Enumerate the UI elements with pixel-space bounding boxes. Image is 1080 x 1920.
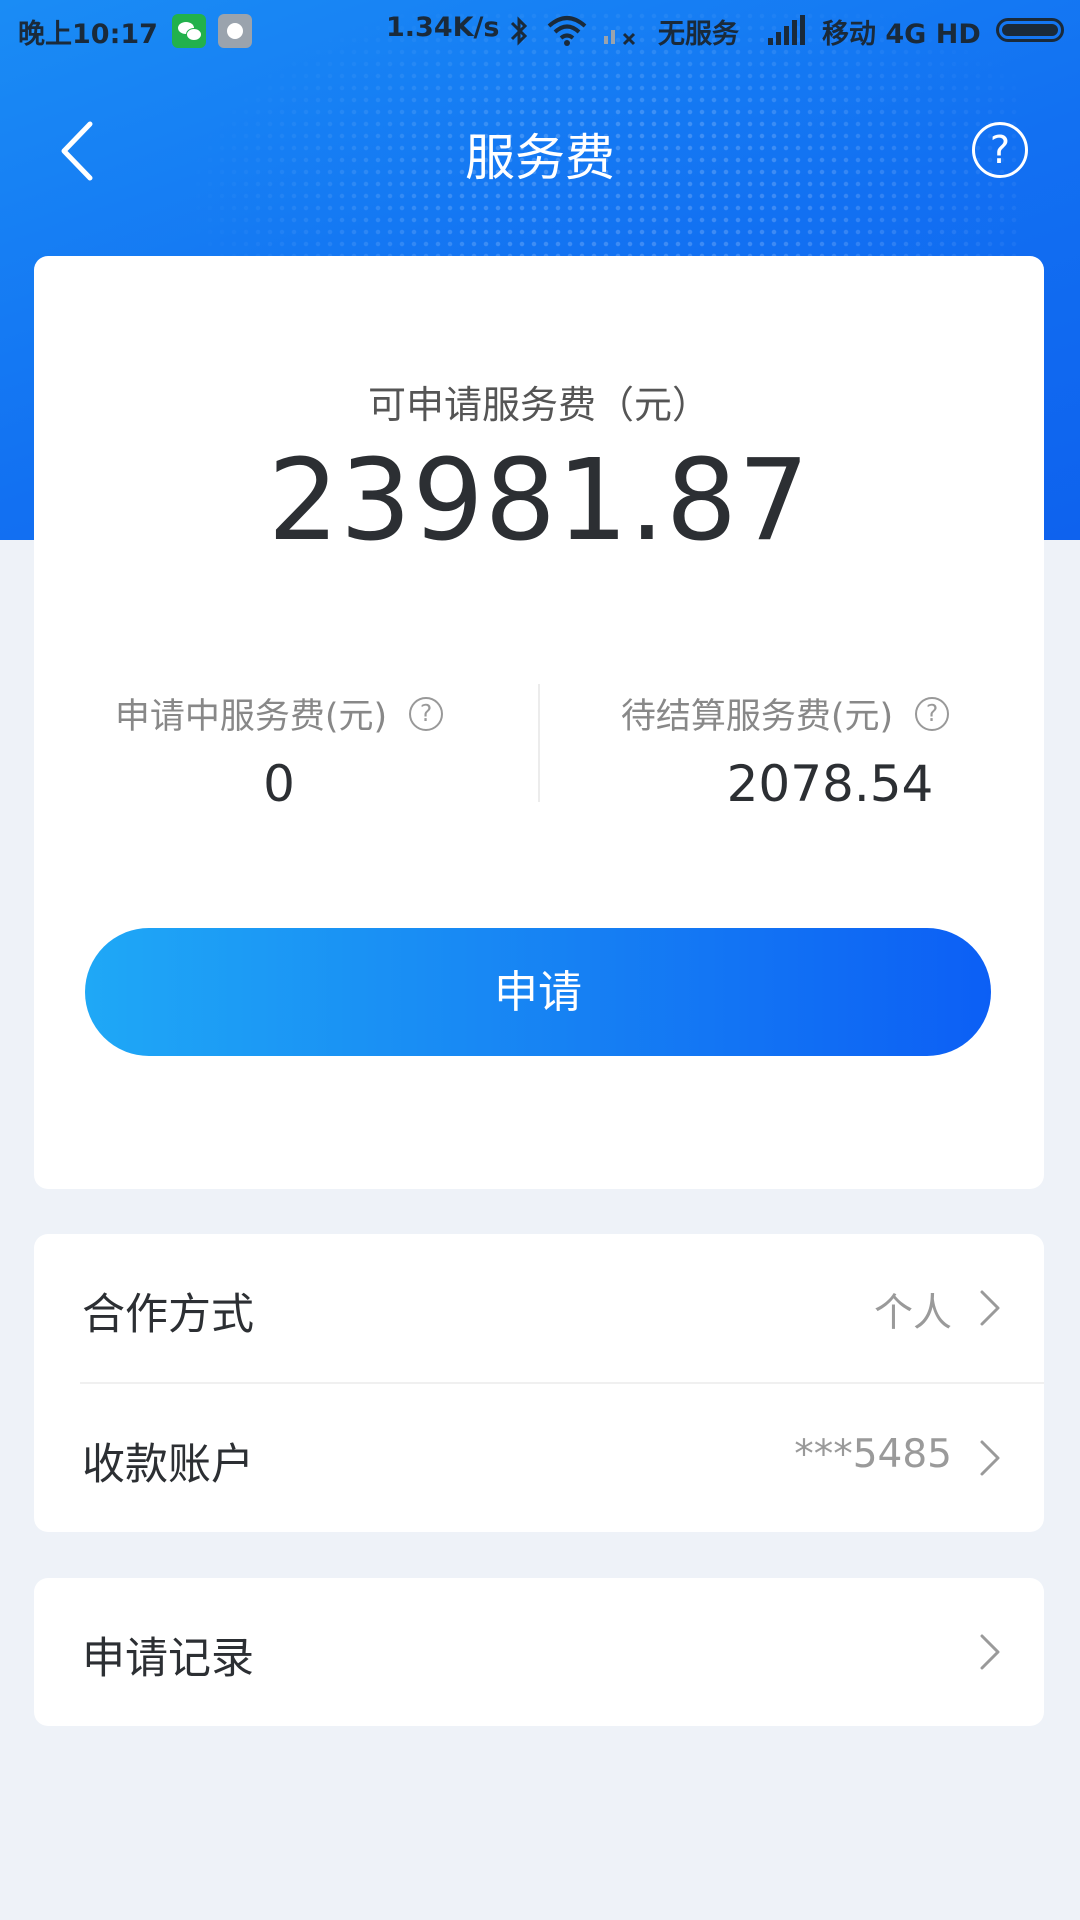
pending-fee-block: 申请中服务费(元)? 0 xyxy=(44,688,514,813)
no-service-text: 无服务 xyxy=(658,19,739,50)
settling-fee-block: 待结算服务费(元)? 2078.54 xyxy=(550,688,1020,813)
account-value: ***5485 xyxy=(794,1432,952,1477)
cooperation-value: 个人 xyxy=(873,1291,952,1336)
records-card: 申请记录 xyxy=(34,1578,1044,1726)
help-icon[interactable]: ? xyxy=(972,122,1028,178)
settling-fee-label: 待结算服务费(元) xyxy=(620,697,894,737)
chevron-right-icon xyxy=(980,1440,1000,1476)
back-arrow-icon[interactable] xyxy=(52,116,112,186)
settling-fee-value: 2078.54 xyxy=(726,755,934,813)
summary-card: 可申请服务费（元） 23981.87 申请中服务费(元)? 0 待结算服务费(元… xyxy=(34,256,1044,1189)
status-bar: 晚上10:17 1.34K/s 无服务 移动 4G HD xyxy=(0,0,1080,60)
chevron-right-icon xyxy=(980,1634,1000,1670)
chevron-right-icon xyxy=(980,1290,1000,1326)
settings-list-card: 合作方式 个人 收款账户 ***5485 xyxy=(34,1234,1044,1532)
records-label: 申请记录 xyxy=(82,1634,254,1684)
battery-icon xyxy=(996,18,1064,42)
status-time: 晚上10:17 xyxy=(18,19,158,50)
wifi-icon xyxy=(547,16,587,46)
network-speed: 1.34K/s xyxy=(386,12,500,43)
account-label: 收款账户 xyxy=(82,1440,254,1490)
carrier-text: 移动 4G HD xyxy=(822,19,981,50)
app-notification-icon xyxy=(218,14,252,48)
bluetooth-icon xyxy=(510,16,528,46)
account-row[interactable]: 收款账户 ***5485 xyxy=(34,1384,1044,1532)
question-icon[interactable]: ? xyxy=(409,697,444,731)
signal-icon xyxy=(768,15,805,45)
records-row[interactable]: 申请记录 xyxy=(34,1578,1044,1726)
available-fee-label: 可申请服务费（元） xyxy=(367,383,710,427)
cooperation-row[interactable]: 合作方式 个人 xyxy=(34,1234,1044,1384)
cooperation-label: 合作方式 xyxy=(82,1290,254,1340)
vertical-divider xyxy=(538,684,540,802)
available-fee-amount: 23981.87 xyxy=(267,436,811,566)
apply-button[interactable]: 申请 xyxy=(85,928,991,1056)
no-signal-icon xyxy=(604,30,636,46)
pending-fee-value: 0 xyxy=(263,755,295,813)
wechat-icon xyxy=(172,14,206,48)
question-icon[interactable]: ? xyxy=(915,697,950,731)
page-title: 服务费 xyxy=(465,129,615,187)
pending-fee-label: 申请中服务费(元) xyxy=(114,697,388,737)
